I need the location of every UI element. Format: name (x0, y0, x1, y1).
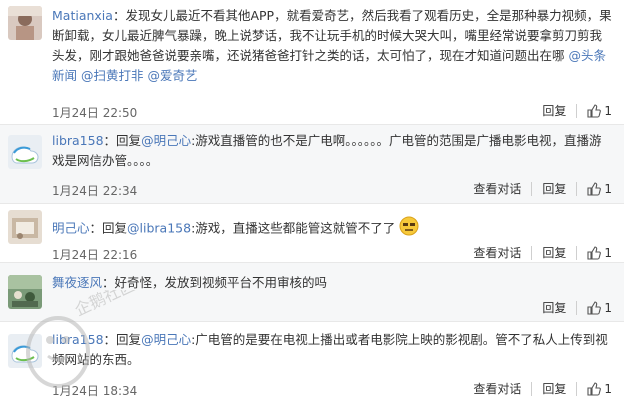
reply-prefix: ：回复 (103, 133, 142, 148)
view-conversation-button[interactable]: 查看对话 (473, 244, 521, 261)
mention-link[interactable]: @明己心 (141, 332, 191, 347)
divider (576, 300, 578, 315)
reply-button[interactable]: 回复 (542, 102, 566, 119)
username[interactable]: libra158 (52, 332, 104, 347)
view-conversation-button[interactable]: 查看对话 (473, 380, 521, 397)
view-conversation-button[interactable]: 查看对话 (473, 180, 521, 197)
username[interactable]: 明己心 (52, 221, 90, 236)
comment-actions: 查看对话 回复 1 (473, 244, 612, 261)
username[interactable]: 舞夜逐风 (52, 275, 102, 290)
avatar[interactable] (8, 210, 42, 244)
like-button[interactable]: 1 (587, 382, 612, 396)
like-button[interactable]: 1 (587, 104, 612, 118)
comment-item: Matianxia：发现女儿最近不看其他APP，就看爱奇艺，然后我看了观看历史，… (0, 0, 624, 124)
reply-prefix: ：回复 (103, 332, 142, 347)
divider (576, 103, 578, 118)
thumbs-up-icon (587, 181, 602, 196)
emoji-icon (399, 216, 419, 242)
thumbs-up-icon (587, 300, 602, 315)
comment-item: libra158：回复@明己心:广电管的是要在电视上播出或者电影院上映的影视剧。… (0, 322, 624, 408)
mention-link[interactable]: @扫黄打非 (81, 68, 144, 83)
divider (531, 245, 533, 260)
comment-time: 1月24日 22:34 (52, 184, 138, 198)
comment-time: 1月24日 22:50 (52, 106, 138, 120)
reply-button[interactable]: 回复 (542, 244, 566, 261)
username[interactable]: libra158 (52, 133, 104, 148)
mention-link[interactable]: @明己心 (141, 133, 191, 148)
divider (576, 245, 578, 260)
comment-actions: 回复 1 (542, 299, 612, 316)
comment-body: libra158：回复@明己心:游戏直播管的也不是广电啊。。。。。。广电管的范围… (52, 131, 612, 171)
comment-time: 1月24日 22:16 (52, 248, 138, 262)
comment-actions: 回复 1 (542, 102, 612, 119)
like-count: 1 (604, 103, 612, 118)
like-count: 1 (604, 245, 612, 260)
reply-button[interactable]: 回复 (542, 180, 566, 197)
divider (576, 381, 578, 396)
like-count: 1 (604, 381, 612, 396)
avatar[interactable] (8, 334, 42, 368)
divider (531, 181, 533, 196)
like-count: 1 (604, 181, 612, 196)
avatar[interactable] (8, 6, 42, 40)
reply-button[interactable]: 回复 (542, 380, 566, 397)
like-count: 1 (604, 300, 612, 315)
thumbs-up-icon (587, 245, 602, 260)
comment-item: 明己心：回复@libra158:游戏，直播这些都能管这就管不了了 1月24日 2… (0, 204, 624, 262)
divider (576, 181, 578, 196)
comment-body: 舞夜逐风：好奇怪，发放到视频平台不用审核的吗 (52, 273, 612, 293)
comment-actions: 查看对话 回复 1 (473, 380, 612, 397)
comment-body: libra158：回复@明己心:广电管的是要在电视上播出或者电影院上映的影视剧。… (52, 330, 612, 370)
comment-item: 舞夜逐风：好奇怪，发放到视频平台不用审核的吗 回复 1 (0, 263, 624, 321)
comment-body: Matianxia：发现女儿最近不看其他APP，就看爱奇艺，然后我看了观看历史，… (52, 6, 612, 86)
thumbs-up-icon (587, 103, 602, 118)
comment-text: :游戏，直播这些都能管这就管不了了 (191, 220, 396, 236)
avatar[interactable] (8, 275, 42, 309)
like-button[interactable]: 1 (587, 246, 612, 260)
avatar[interactable] (8, 135, 42, 169)
like-button[interactable]: 1 (587, 182, 612, 196)
comment-actions: 查看对话 回复 1 (473, 180, 612, 197)
comment-text: ：好奇怪，发放到视频平台不用审核的吗 (102, 275, 328, 290)
mention-link[interactable]: @爱奇艺 (148, 68, 198, 83)
divider (531, 381, 533, 396)
comment-body: 明己心：回复@libra158:游戏，直播这些都能管这就管不了了 (52, 216, 612, 242)
mention-link[interactable]: @libra158 (127, 221, 191, 236)
reply-button[interactable]: 回复 (542, 299, 566, 316)
comment-item: libra158：回复@明己心:游戏直播管的也不是广电啊。。。。。。广电管的范围… (0, 125, 624, 203)
comment-time: 1月24日 18:34 (52, 384, 138, 398)
like-button[interactable]: 1 (587, 301, 612, 315)
username[interactable]: Matianxia (52, 8, 113, 23)
thumbs-up-icon (587, 381, 602, 396)
comment-text: ：发现女儿最近不看其他APP，就看爱奇艺，然后我看了观看历史，全是那种暴力视频，… (52, 8, 612, 63)
reply-prefix: ：回复 (89, 220, 128, 236)
